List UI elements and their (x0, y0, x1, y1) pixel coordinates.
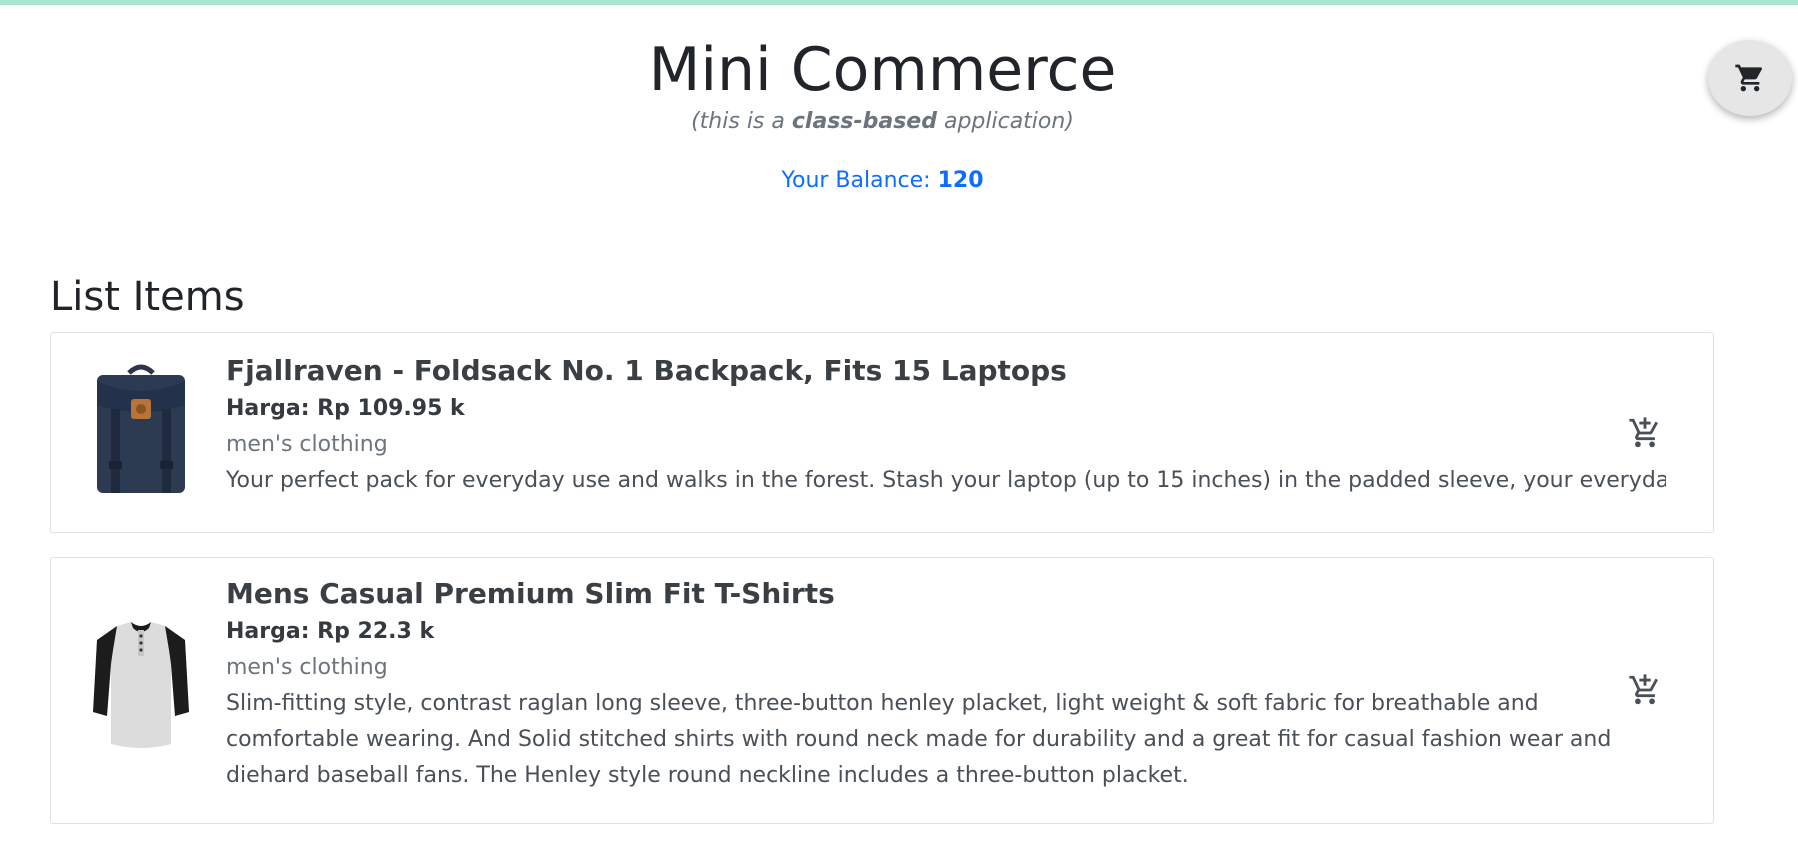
page-subtitle: (this is a class-based application) (0, 107, 1765, 137)
item-details: Mens Casual Premium Slim Fit T-Shirts Ha… (226, 574, 1666, 794)
subtitle-suffix: application) (936, 109, 1074, 134)
item-category: men's clothing (226, 432, 388, 457)
top-accent-bar (0, 0, 1798, 5)
page-title: Mini Commerce (648, 35, 1117, 105)
list-heading: List Items (50, 274, 245, 320)
item-price: Harga: Rp 109.95 k (226, 396, 465, 421)
item-price: Harga: Rp 22.3 k (226, 619, 435, 644)
item-category: men's clothing (226, 655, 388, 680)
tshirt-image (91, 620, 191, 750)
item-description: Slim-fitting style, contrast raglan long… (226, 691, 1612, 788)
cart-button[interactable] (1708, 40, 1792, 116)
item-description: Your perfect pack for everyday use and w… (226, 468, 1666, 493)
backpack-image (91, 361, 191, 501)
item-title: Fjallraven - Foldsack No. 1 Backpack, Fi… (226, 354, 1067, 387)
balance-label: Your Balance: (781, 168, 938, 193)
add-to-cart-button[interactable] (1625, 670, 1665, 710)
shopping-cart-icon (1735, 64, 1763, 92)
add-to-cart-icon (1629, 417, 1658, 448)
item-details: Fjallraven - Foldsack No. 1 Backpack, Fi… (226, 351, 1666, 499)
balance-value: 120 (937, 168, 984, 193)
list-item: Fjallraven - Foldsack No. 1 Backpack, Fi… (50, 332, 1714, 533)
list-item: Mens Casual Premium Slim Fit T-Shirts Ha… (50, 557, 1714, 824)
add-to-cart-icon (1629, 674, 1658, 705)
balance-display: Your Balance: 120 (0, 166, 1765, 196)
subtitle-emphasis: class-based (791, 109, 937, 134)
add-to-cart-button[interactable] (1625, 413, 1665, 453)
item-title: Mens Casual Premium Slim Fit T-Shirts (226, 577, 835, 610)
subtitle-prefix: (this is a (691, 109, 792, 134)
